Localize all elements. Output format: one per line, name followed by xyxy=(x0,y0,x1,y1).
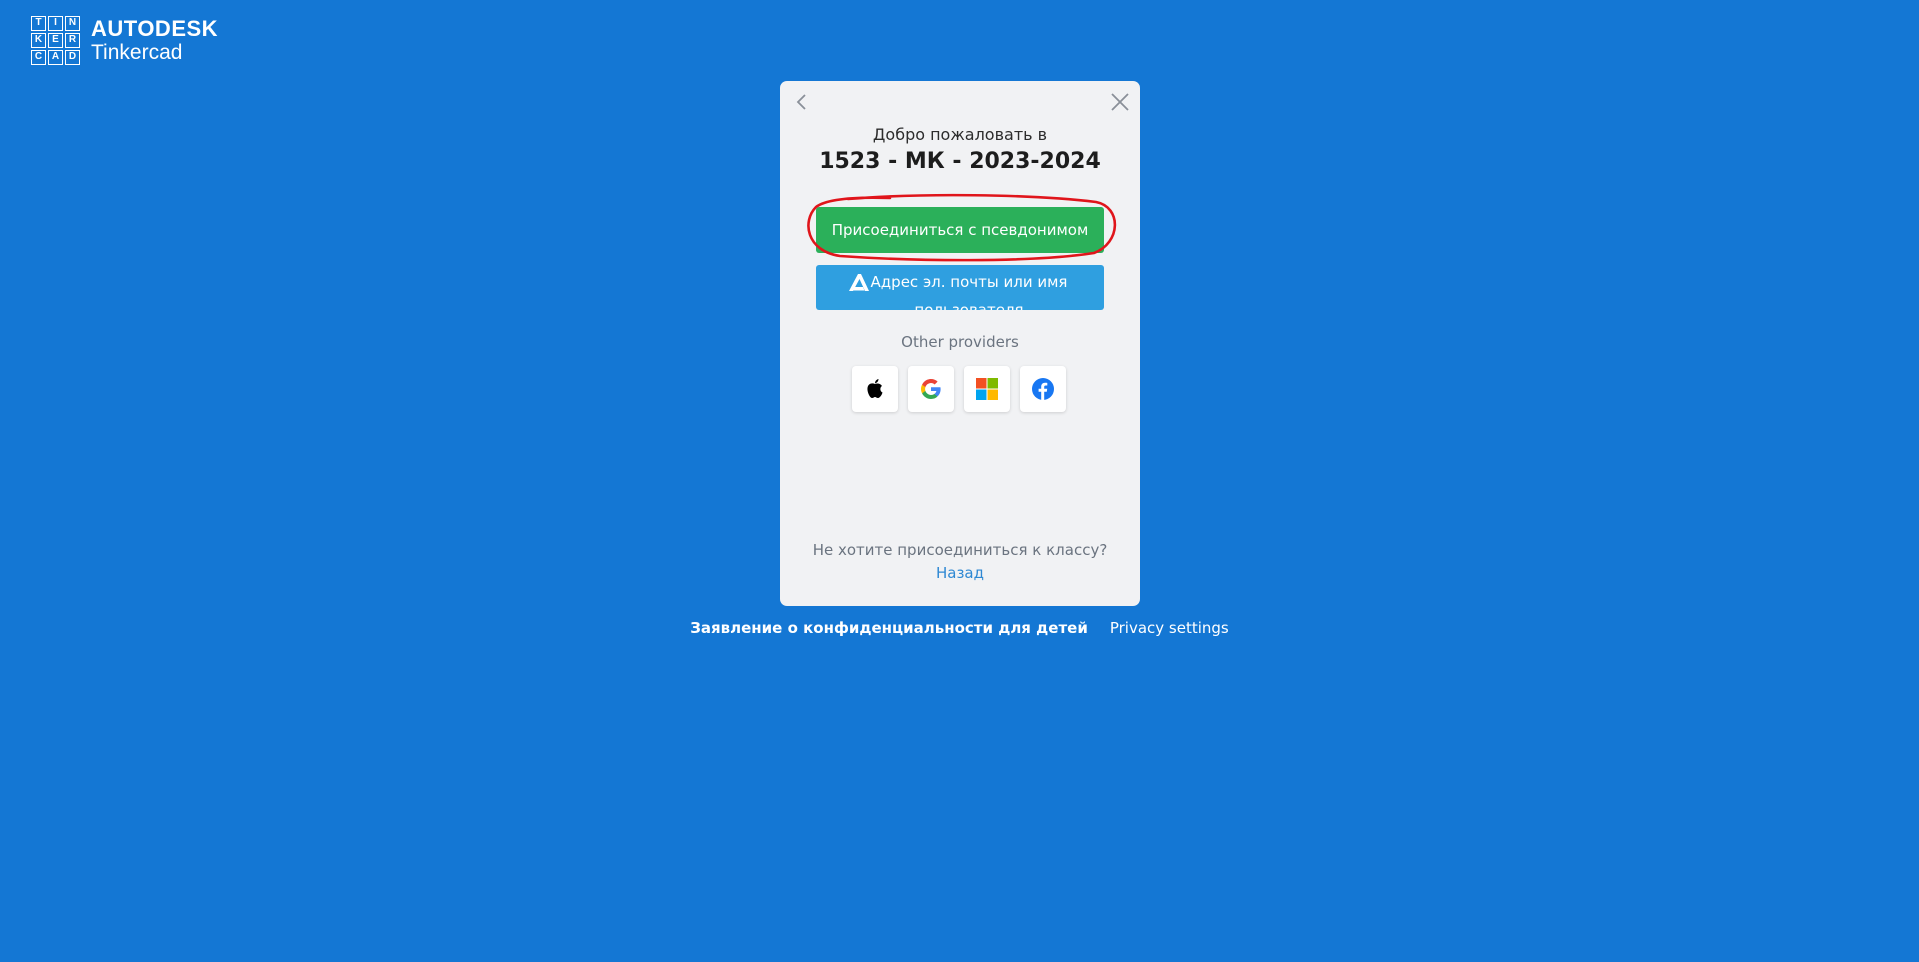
facebook-sign-in-button[interactable] xyxy=(1020,366,1066,412)
logo-letter: D xyxy=(65,50,80,65)
apple-icon xyxy=(867,379,883,398)
tinkercad-logo[interactable]: T I N K E R C A D AUTODESK Tinkercad xyxy=(31,16,218,65)
microsoft-sign-in-button[interactable] xyxy=(964,366,1010,412)
logo-brand: AUTODESK xyxy=(91,16,219,41)
class-name: 1523 - МК - 2023-2024 xyxy=(819,149,1101,174)
back-link[interactable]: Назад xyxy=(780,564,1140,582)
chevron-left-icon xyxy=(796,94,806,110)
microsoft-icon xyxy=(976,378,998,400)
welcome-text: Добро пожаловать в xyxy=(872,125,1048,144)
autodesk-sign-in-label: Адрес эл. почты или имя пользователя xyxy=(870,273,1068,310)
join-with-nickname-button[interactable]: Присоединиться с псевдонимом xyxy=(816,207,1104,253)
logo-letter: T xyxy=(31,16,46,31)
page: T I N K E R C A D AUTODESK Tinkercad Доб… xyxy=(0,0,1919,962)
logo-letter: K xyxy=(31,33,46,48)
logo-text: AUTODESK Tinkercad xyxy=(91,16,219,64)
join-with-nickname-label: Присоединиться с псевдонимом xyxy=(831,221,1089,239)
logo-letter: N xyxy=(65,16,80,31)
join-class-dialog: Добро пожаловать в 1523 - МК - 2023-2024… xyxy=(780,81,1140,606)
close-icon xyxy=(1111,93,1129,111)
google-icon xyxy=(921,379,941,399)
logo-letter: R xyxy=(65,33,80,48)
google-sign-in-button[interactable] xyxy=(908,366,954,412)
kids-privacy-link[interactable]: Заявление о конфиденциальности для детей xyxy=(690,619,1088,637)
logo-letter: A xyxy=(48,50,63,65)
logo-letter: C xyxy=(31,50,46,65)
logo-grid: T I N K E R C A D xyxy=(31,16,80,65)
close-button[interactable] xyxy=(1110,92,1130,112)
footer-links: Заявление о конфиденциальности для детей… xyxy=(0,619,1919,637)
privacy-settings-link[interactable]: Privacy settings xyxy=(1110,619,1229,637)
logo-letter: E xyxy=(48,33,63,48)
logo-letter: I xyxy=(48,16,63,31)
logo-product: Tinkercad xyxy=(91,41,183,64)
apple-sign-in-button[interactable] xyxy=(852,366,898,412)
provider-list xyxy=(852,366,1066,412)
facebook-icon xyxy=(1032,378,1054,400)
not-join-text: Не хотите присоединиться к классу? xyxy=(812,541,1108,559)
autodesk-sign-in-button[interactable]: Адрес эл. почты или имя пользователя xyxy=(816,265,1104,310)
other-providers-label: Other providers xyxy=(901,333,1019,351)
back-arrow-button[interactable] xyxy=(792,92,812,112)
